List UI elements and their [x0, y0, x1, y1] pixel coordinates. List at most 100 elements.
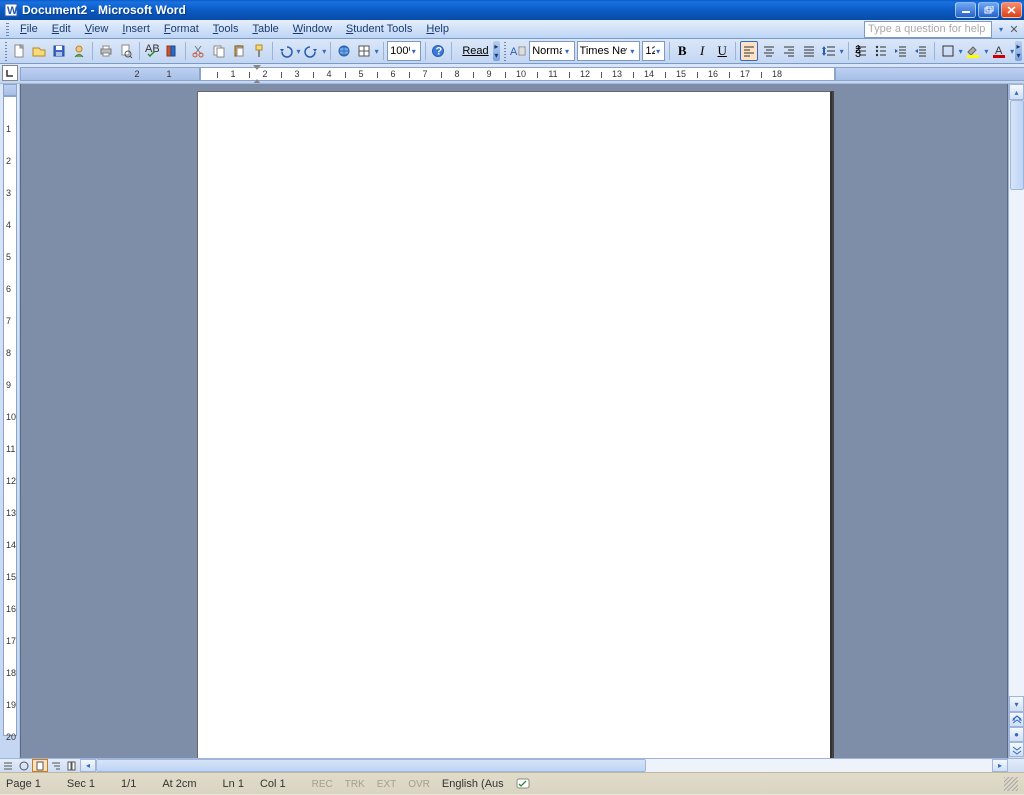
normal-view-button[interactable] — [0, 759, 16, 772]
help-search-box[interactable]: Type a question for help — [864, 21, 992, 38]
new-document-button[interactable] — [10, 41, 28, 61]
help-button[interactable]: ? — [429, 41, 447, 61]
font-size-combo[interactable]: ▾ — [642, 41, 664, 61]
doc-close-button[interactable]: ✕ — [1006, 21, 1022, 37]
insert-hyperlink-button[interactable] — [335, 41, 353, 61]
align-center-button[interactable] — [760, 41, 778, 61]
menu-file[interactable]: File — [13, 21, 45, 37]
tab-selector[interactable] — [2, 65, 18, 81]
decrease-indent-button[interactable] — [892, 41, 910, 61]
justify-button[interactable] — [800, 41, 818, 61]
undo-button[interactable] — [277, 41, 295, 61]
outside-border-button[interactable] — [939, 41, 957, 61]
italic-button[interactable]: I — [693, 41, 711, 61]
toolbar-overflow[interactable]: ▸▾ — [493, 41, 500, 61]
permission-button[interactable] — [70, 41, 88, 61]
tables-borders-button[interactable] — [355, 41, 373, 61]
style-input[interactable] — [532, 45, 562, 57]
menu-view[interactable]: View — [78, 21, 116, 37]
reading-layout-button[interactable]: Read — [456, 41, 492, 61]
previous-page-button[interactable] — [1009, 712, 1024, 727]
increase-indent-button[interactable] — [912, 41, 930, 61]
spell-check-status-icon[interactable] — [516, 777, 534, 791]
menu-insert[interactable]: Insert — [115, 21, 157, 37]
status-mode-rec[interactable]: REC — [312, 779, 333, 790]
scroll-right-button[interactable]: ▸ — [992, 759, 1008, 772]
horizontal-scrollbar[interactable]: ◂ ▸ — [80, 759, 1008, 772]
highlight-button[interactable] — [964, 41, 982, 61]
menu-window[interactable]: Window — [286, 21, 339, 37]
line-spacing-button[interactable] — [820, 41, 838, 61]
copy-button[interactable] — [210, 41, 228, 61]
minimize-button[interactable] — [955, 2, 976, 18]
formatting-grip[interactable] — [504, 42, 506, 61]
numbering-button[interactable]: 123 — [852, 41, 870, 61]
document-area[interactable] — [20, 84, 1008, 758]
zoom-input[interactable] — [390, 45, 409, 57]
print-preview-button[interactable] — [117, 41, 135, 61]
help-dropdown-icon[interactable]: ▾ — [996, 25, 1006, 34]
line-spacing-dropdown[interactable]: ▾ — [839, 47, 845, 56]
style-dropdown-icon[interactable]: ▾ — [562, 47, 571, 56]
close-button[interactable] — [1001, 2, 1022, 18]
bold-button[interactable]: B — [673, 41, 691, 61]
font-input[interactable] — [580, 45, 628, 57]
restore-button[interactable] — [978, 2, 999, 18]
align-left-button[interactable] — [740, 41, 758, 61]
horizontal-ruler[interactable]: 12123456789101112131415161718 — [20, 67, 1024, 81]
status-mode-trk[interactable]: TRK — [345, 779, 365, 790]
font-size-input[interactable] — [645, 45, 654, 57]
vertical-scroll-thumb[interactable] — [1010, 100, 1024, 190]
menu-tools[interactable]: Tools — [206, 21, 246, 37]
styles-pane-button[interactable]: A — [509, 41, 527, 61]
status-mode-ext[interactable]: EXT — [377, 779, 396, 790]
vertical-scrollbar[interactable]: ▴ ▾ ● — [1008, 84, 1024, 758]
save-button[interactable] — [50, 41, 68, 61]
zoom-dropdown-icon[interactable]: ▾ — [410, 47, 418, 56]
menu-grip[interactable] — [6, 23, 9, 36]
outline-view-button[interactable] — [48, 759, 64, 772]
menu-edit[interactable]: Edit — [45, 21, 78, 37]
menu-format[interactable]: Format — [157, 21, 206, 37]
menu-table[interactable]: Table — [245, 21, 285, 37]
research-button[interactable] — [163, 41, 181, 61]
zoom-combo[interactable]: ▾ — [387, 41, 421, 61]
bullets-button[interactable] — [872, 41, 890, 61]
scroll-left-button[interactable]: ◂ — [80, 759, 96, 772]
paste-button[interactable] — [230, 41, 248, 61]
page-canvas[interactable] — [197, 91, 832, 758]
align-right-button[interactable] — [780, 41, 798, 61]
vertical-ruler[interactable]: 1234567891011121314151617181920 — [0, 84, 20, 758]
toolbar-grip[interactable] — [5, 42, 7, 61]
open-button[interactable] — [30, 41, 48, 61]
web-layout-view-button[interactable] — [16, 759, 32, 772]
print-button[interactable] — [97, 41, 115, 61]
font-color-button[interactable]: A — [990, 41, 1008, 61]
menu-student-tools[interactable]: Student Tools — [339, 21, 419, 37]
next-page-button[interactable] — [1009, 742, 1024, 757]
scroll-down-button[interactable]: ▾ — [1009, 696, 1024, 712]
highlight-dropdown[interactable]: ▾ — [983, 47, 989, 56]
spelling-button[interactable]: ABC — [143, 41, 161, 61]
font-size-dropdown-icon[interactable]: ▾ — [655, 47, 662, 56]
select-browse-object-button[interactable]: ● — [1009, 727, 1024, 742]
print-layout-view-button[interactable] — [32, 759, 48, 772]
format-painter-button[interactable] — [250, 41, 268, 61]
resize-grip[interactable] — [1004, 777, 1018, 791]
status-language[interactable]: English (Aus — [442, 778, 504, 790]
status-mode-ovr[interactable]: OVR — [408, 779, 430, 790]
horizontal-scroll-track[interactable] — [96, 759, 992, 772]
menu-help[interactable]: Help — [419, 21, 456, 37]
reading-layout-view-button[interactable] — [64, 759, 80, 772]
font-combo[interactable]: ▾ — [577, 41, 641, 61]
vertical-scroll-track[interactable] — [1009, 100, 1024, 696]
cut-button[interactable] — [190, 41, 208, 61]
scroll-up-button[interactable]: ▴ — [1009, 84, 1024, 100]
underline-button[interactable]: U — [713, 41, 731, 61]
undo-history-dropdown[interactable]: ▾ — [296, 47, 302, 56]
redo-history-dropdown[interactable]: ▾ — [321, 47, 327, 56]
redo-button[interactable] — [302, 41, 320, 61]
tables-dropdown[interactable]: ▾ — [374, 47, 380, 56]
style-combo[interactable]: ▾ — [529, 41, 574, 61]
horizontal-scroll-thumb[interactable] — [96, 759, 646, 772]
